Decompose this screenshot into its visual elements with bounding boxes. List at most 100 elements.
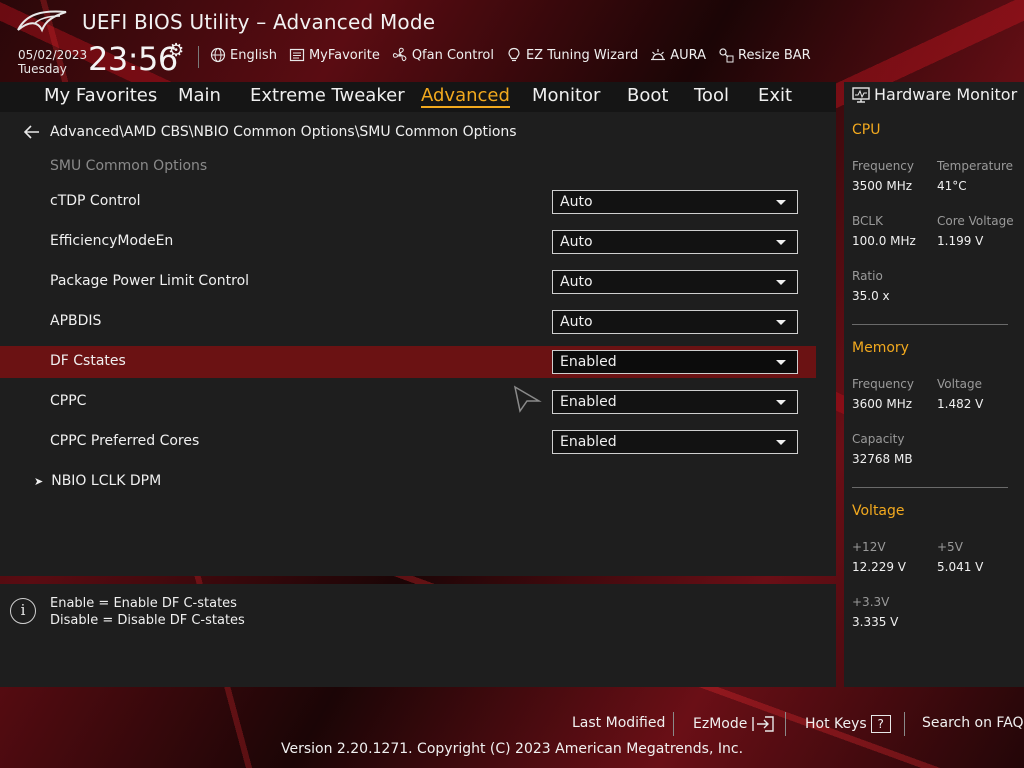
main-panel: My Favorites Main Extreme Tweaker Advanc… [0, 82, 836, 576]
cpu-temperature-label: Temperature [937, 159, 1014, 173]
ratio-value: 35.0 x [852, 289, 890, 303]
rog-logo-icon [17, 10, 67, 33]
qfan-control-button[interactable]: Qfan Control [392, 47, 494, 63]
last-modified-button[interactable]: Last Modified [572, 715, 665, 731]
help-panel: i Enable = Enable DF C-states Disable = … [0, 584, 836, 687]
setting-dropdown[interactable]: Auto [552, 310, 798, 334]
dropdown-value: Enabled [560, 434, 617, 450]
setting-row-ctdp-control[interactable]: cTDP Control Auto [0, 186, 816, 218]
date-display: 05/02/2023 Tuesday [18, 48, 87, 76]
v33-label: +3.3V [852, 595, 890, 609]
hot-keys-label: Hot Keys [805, 716, 867, 732]
setting-label: APBDIS [50, 313, 102, 329]
setting-dropdown[interactable]: Enabled [552, 430, 798, 454]
section-label: SMU Common Options [50, 158, 208, 174]
date-text: 05/02/2023 [18, 48, 88, 62]
chevron-down-icon [776, 320, 786, 325]
memory-voltage-label: Voltage [937, 377, 983, 391]
v5-label: +5V [937, 540, 963, 554]
ratio-label: Ratio [852, 269, 883, 283]
submenu-nbio-lclk-dpm[interactable]: ➤ NBIO LCLK DPM [34, 473, 161, 489]
tab-tool[interactable]: Tool [694, 85, 729, 106]
header: UEFI BIOS Utility – Advanced Mode 05/02/… [0, 0, 1024, 82]
tab-main[interactable]: Main [178, 85, 221, 106]
setting-row-df-cstates[interactable]: DF Cstates Enabled [0, 346, 816, 378]
setting-row-cppc-preferred-cores[interactable]: CPPC Preferred Cores Enabled [0, 426, 816, 458]
voltage-heading: Voltage [852, 503, 905, 519]
dropdown-value: Enabled [560, 394, 617, 410]
help-line: Disable = Disable DF C-states [50, 613, 245, 628]
tab-my-favorites[interactable]: My Favorites [44, 85, 157, 106]
memory-frequency-label: Frequency [852, 377, 914, 391]
chevron-down-icon [776, 400, 786, 405]
divider [785, 712, 786, 736]
resize-bar-button[interactable]: Resize BAR [718, 47, 811, 63]
setting-label: Package Power Limit Control [50, 273, 250, 289]
setting-row-efficiencymodeen[interactable]: EfficiencyModeEn Auto [0, 226, 816, 258]
search-faq-button[interactable]: Search on FAQ [922, 715, 1024, 731]
memory-capacity-value: 32768 MB [852, 452, 913, 466]
resize-bar-icon [719, 48, 734, 63]
tab-boot[interactable]: Boot [627, 85, 668, 106]
globe-icon [210, 47, 226, 63]
setting-dropdown[interactable]: Enabled [552, 350, 798, 374]
tab-exit[interactable]: Exit [758, 85, 792, 106]
dropdown-value: Auto [560, 194, 593, 210]
ezmode-label: EzMode [693, 716, 748, 732]
memory-capacity-label: Capacity [852, 432, 905, 446]
ez-tuning-wizard-label: EZ Tuning Wizard [525, 47, 639, 63]
info-icon: i [10, 598, 36, 624]
hardware-monitor-panel: Hardware Monitor CPU Frequency 3500 MHz … [844, 82, 1024, 687]
breadcrumb-path: Advanced\AMD CBS\NBIO Common Options\SMU… [50, 124, 517, 140]
submenu-label: NBIO LCLK DPM [51, 473, 162, 489]
resize-bar-label: Resize BAR [738, 47, 811, 63]
ezmode-button[interactable]: EzMode [693, 715, 775, 733]
search-faq-label: Search on FAQ [922, 715, 1024, 731]
hardware-monitor-title: Hardware Monitor [852, 85, 1017, 104]
divider [852, 487, 1008, 488]
setting-row-cppc[interactable]: CPPC Enabled [0, 386, 816, 418]
cpu-frequency-value: 3500 MHz [852, 179, 913, 193]
setting-dropdown[interactable]: Auto [552, 190, 798, 214]
gear-icon[interactable]: ⚙ [168, 40, 184, 61]
back-arrow-icon[interactable] [24, 125, 40, 139]
setting-label: CPPC [50, 393, 87, 409]
tab-advanced[interactable]: Advanced [421, 85, 510, 108]
bclk-value: 100.0 MHz [852, 234, 916, 248]
help-text: Enable = Enable DF C-states Disable = Di… [50, 595, 245, 629]
dropdown-value: Auto [560, 234, 593, 250]
setting-dropdown[interactable]: Auto [552, 230, 798, 254]
core-voltage-value: 1.199 V [937, 234, 984, 248]
clock: 23:56 [88, 40, 178, 78]
dropdown-value: Enabled [560, 354, 617, 370]
ez-tuning-wizard-button[interactable]: EZ Tuning Wizard [506, 47, 638, 63]
footer-links: Last Modified EzMode Hot Keys ? Search o… [0, 712, 1024, 736]
setting-label: EfficiencyModeEn [50, 233, 174, 249]
chevron-down-icon [776, 280, 786, 285]
setting-dropdown[interactable]: Enabled [552, 390, 798, 414]
tab-monitor[interactable]: Monitor [532, 85, 600, 106]
copyright-text: Version 2.20.1271. Copyright (C) 2023 Am… [280, 741, 744, 757]
memory-heading: Memory [852, 340, 909, 356]
v12-value: 12.229 V [852, 560, 907, 574]
language-button[interactable]: English [210, 47, 277, 63]
setting-row-apbdis[interactable]: APBDIS Auto [0, 306, 816, 338]
hot-keys-button[interactable]: Hot Keys ? [805, 715, 891, 733]
cpu-frequency-label: Frequency [852, 159, 914, 173]
bulb-icon [508, 47, 520, 62]
aura-label: AURA [670, 47, 707, 63]
memory-voltage-value: 1.482 V [937, 397, 984, 411]
setting-row-package-power-limit-control[interactable]: Package Power Limit Control Auto [0, 266, 816, 298]
myfavorite-button[interactable]: MyFavorite [289, 47, 380, 63]
chevron-down-icon [776, 360, 786, 365]
setting-dropdown[interactable]: Auto [552, 270, 798, 294]
chevron-right-icon: ➤ [34, 474, 44, 488]
core-voltage-label: Core Voltage [937, 214, 1014, 228]
bclk-label: BCLK [852, 214, 883, 228]
dropdown-value: Auto [560, 274, 593, 290]
tab-extreme-tweaker[interactable]: Extreme Tweaker [250, 85, 405, 106]
aura-button[interactable]: AURA [650, 47, 706, 63]
monitor-icon [852, 86, 870, 103]
hardware-monitor-title-text: Hardware Monitor [874, 85, 1018, 104]
myfavorite-label: MyFavorite [308, 47, 380, 63]
